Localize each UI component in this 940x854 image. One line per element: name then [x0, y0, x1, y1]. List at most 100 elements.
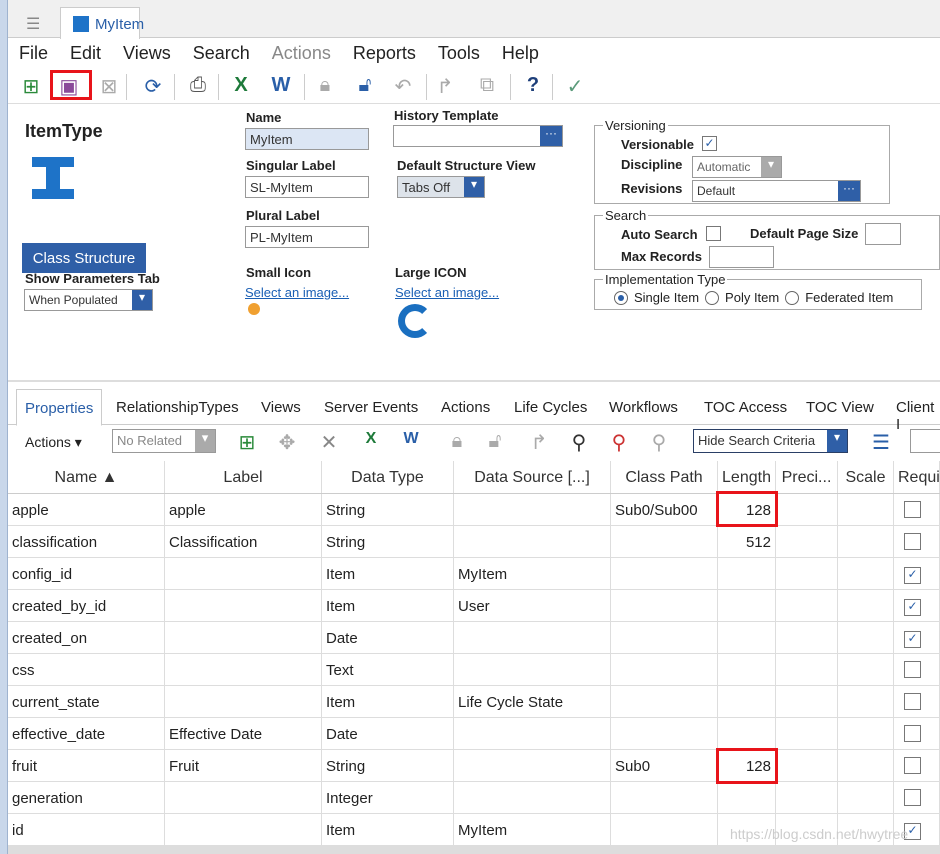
- column-header[interactable]: Class Path: [611, 461, 718, 493]
- auto-search-checkbox[interactable]: [706, 226, 721, 241]
- required-checkbox[interactable]: ✓: [904, 599, 921, 616]
- column-list-icon[interactable]: ☰: [868, 430, 894, 455]
- hamburger-menu-icon[interactable]: ☰: [26, 14, 40, 34]
- add-row-icon[interactable]: ⊞: [234, 430, 260, 455]
- promote-icon[interactable]: ↱: [432, 74, 458, 99]
- stop-search-icon[interactable]: ⚲: [646, 430, 672, 455]
- table-row[interactable]: effective_date Effective Date Date: [8, 718, 940, 750]
- unlock-icon[interactable]: 🔓︎: [482, 430, 508, 453]
- tab-life-cycles[interactable]: Life Cycles: [514, 399, 587, 416]
- discipline-select[interactable]: Automatic ▾: [692, 156, 782, 178]
- cell: [718, 654, 776, 685]
- table-row[interactable]: apple apple String Sub0/Sub00 128: [8, 494, 940, 526]
- main-toolbar: ⊞ ▣ ⊠ ⟳ ⎙ X W 🔒︎ 🔓︎ ↶ ↱ ⧉? ✓: [8, 70, 940, 104]
- tab-views[interactable]: Views: [261, 399, 301, 416]
- undo-icon[interactable]: ↶: [390, 74, 416, 99]
- splitter[interactable]: [8, 380, 940, 382]
- document-tab[interactable]: MyItem: [60, 7, 144, 39]
- radio-single-item[interactable]: [614, 290, 628, 305]
- page-size-input[interactable]: [865, 223, 901, 245]
- lock-icon[interactable]: 🔒︎: [444, 430, 470, 453]
- required-checkbox[interactable]: ✓: [904, 567, 921, 584]
- lock-icon[interactable]: 🔒︎: [312, 74, 338, 97]
- plural-input[interactable]: PL-MyItem: [245, 226, 369, 248]
- menu-edit[interactable]: Edit: [59, 39, 112, 69]
- class-structure-button[interactable]: Class Structure: [22, 243, 146, 273]
- required-checkbox[interactable]: [904, 693, 921, 710]
- tab-relationshiptypes[interactable]: RelationshipTypes: [116, 399, 239, 416]
- required-checkbox[interactable]: [904, 789, 921, 806]
- excel-icon[interactable]: X: [358, 430, 384, 448]
- tab-properties[interactable]: Properties: [16, 389, 103, 426]
- required-checkbox[interactable]: [904, 725, 921, 742]
- related-select[interactable]: No Related ▾: [112, 429, 216, 453]
- word-icon[interactable]: W: [398, 430, 424, 448]
- help-icon[interactable]: ?: [520, 74, 546, 97]
- column-header[interactable]: Data Source [...]: [454, 461, 611, 493]
- menu-reports[interactable]: Reports: [342, 39, 427, 69]
- column-header[interactable]: Name ▲: [8, 461, 165, 493]
- tab-toc-access[interactable]: TOC Access: [704, 399, 787, 416]
- table-row[interactable]: classification Classification String 512: [8, 526, 940, 558]
- table-row[interactable]: created_by_id Item User ✓: [8, 590, 940, 622]
- run-search-icon[interactable]: ⚲: [566, 430, 592, 455]
- radio-poly-item[interactable]: [705, 290, 720, 305]
- horizontal-scrollbar[interactable]: [8, 846, 940, 854]
- name-input[interactable]: MyItem: [245, 128, 369, 150]
- menu-help[interactable]: Help: [491, 39, 550, 69]
- table-row[interactable]: fruit Fruit String Sub0 128: [8, 750, 940, 782]
- menu-tools[interactable]: Tools: [427, 39, 491, 69]
- pick-icon[interactable]: ✥: [274, 430, 300, 455]
- max-records-input[interactable]: [709, 246, 774, 268]
- required-checkbox[interactable]: [904, 501, 921, 518]
- table-row[interactable]: current_state Item Life Cycle State: [8, 686, 940, 718]
- menu-actions[interactable]: Actions: [261, 39, 342, 69]
- required-checkbox[interactable]: [904, 533, 921, 550]
- table-row[interactable]: generation Integer: [8, 782, 940, 814]
- column-header[interactable]: Label: [165, 461, 322, 493]
- tab-actions[interactable]: Actions: [441, 399, 490, 416]
- default-view-select[interactable]: Tabs Off ▾: [397, 176, 485, 198]
- menu-search[interactable]: Search: [182, 39, 261, 69]
- grid-search-input[interactable]: [910, 429, 940, 453]
- clear-search-icon[interactable]: ⚲: [606, 430, 632, 455]
- required-checkbox[interactable]: [904, 757, 921, 774]
- tab-server-events[interactable]: Server Events: [324, 399, 418, 416]
- tab-workflows[interactable]: Workflows: [609, 399, 678, 416]
- new-icon[interactable]: ⊞: [18, 74, 44, 99]
- menu-views[interactable]: Views: [112, 39, 182, 69]
- column-header[interactable]: Scale: [838, 461, 894, 493]
- promote-icon[interactable]: ↱: [526, 430, 552, 455]
- word-icon[interactable]: W: [268, 74, 294, 97]
- copy-icon[interactable]: ⧉: [474, 74, 500, 97]
- singular-input[interactable]: SL-MyItem: [245, 176, 369, 198]
- show-params-select[interactable]: When Populated ▾: [24, 289, 153, 311]
- column-header[interactable]: Data Type: [322, 461, 454, 493]
- small-icon-link[interactable]: Select an image...: [245, 285, 349, 300]
- excel-icon[interactable]: X: [228, 74, 254, 97]
- menu-file[interactable]: File: [8, 39, 59, 69]
- column-header[interactable]: Length: [718, 461, 776, 493]
- delete-row-icon[interactable]: ✕: [316, 430, 342, 455]
- large-icon-link[interactable]: Select an image...: [395, 285, 499, 300]
- actions-dropdown[interactable]: Actions ▾: [25, 434, 82, 451]
- refresh-icon[interactable]: ⟳: [140, 74, 166, 99]
- table-row[interactable]: css Text: [8, 654, 940, 686]
- done-icon[interactable]: ✓: [562, 74, 588, 99]
- column-header[interactable]: Preci...: [776, 461, 838, 493]
- unlock-icon[interactable]: 🔓︎: [352, 74, 378, 97]
- history-input[interactable]: ···: [393, 125, 563, 147]
- radio-federated-item[interactable]: [785, 290, 800, 305]
- column-header[interactable]: Requi: [894, 461, 940, 493]
- required-checkbox[interactable]: [904, 661, 921, 678]
- print-icon[interactable]: ⎙: [185, 74, 211, 97]
- required-checkbox[interactable]: ✓: [904, 631, 921, 648]
- table-row[interactable]: created_on Date ✓: [8, 622, 940, 654]
- versionable-checkbox[interactable]: ✓: [702, 136, 717, 151]
- tab-toc-view[interactable]: TOC View: [806, 399, 874, 416]
- revisions-input[interactable]: Default ···: [692, 180, 861, 202]
- table-row[interactable]: config_id Item MyItem ✓: [8, 558, 940, 590]
- delete-icon[interactable]: ⊠: [96, 74, 122, 99]
- cell: created_on: [8, 622, 165, 653]
- search-criteria-select[interactable]: Hide Search Criteria ▾: [693, 429, 848, 453]
